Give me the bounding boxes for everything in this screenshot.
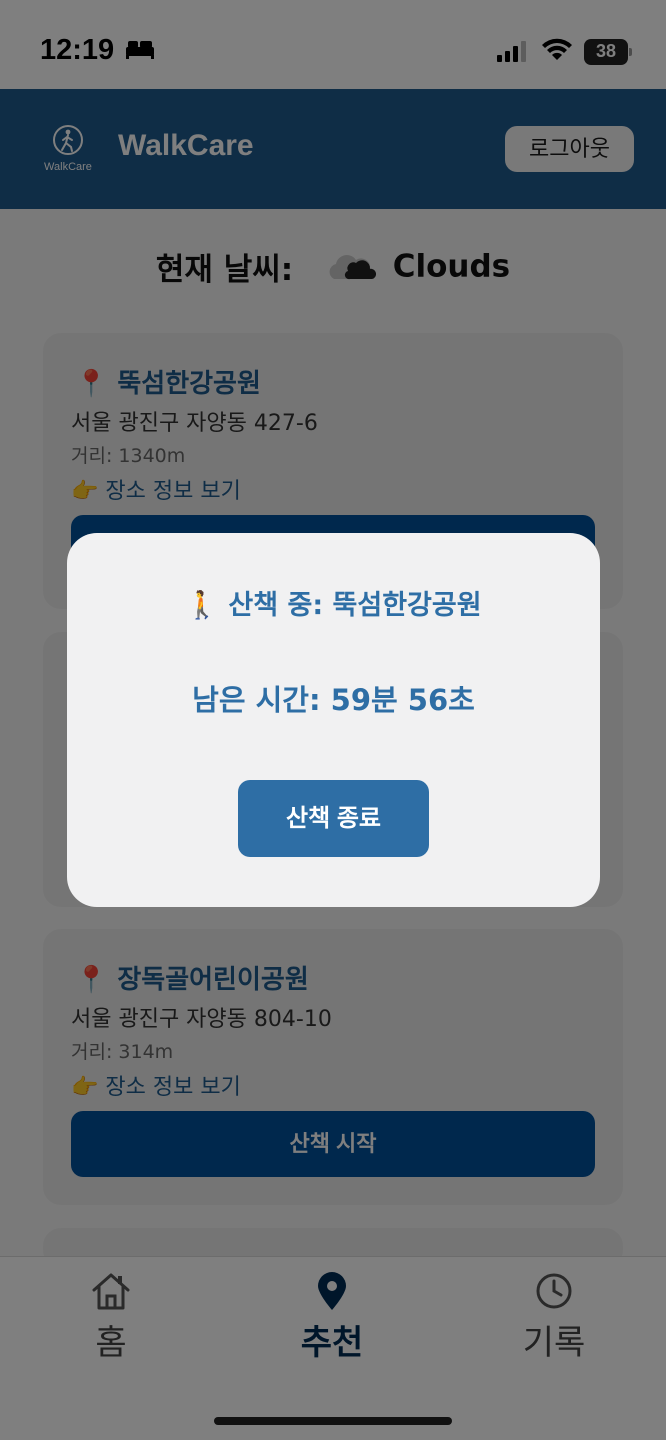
remaining-time: 남은 시간: 59분 56초 xyxy=(192,683,475,717)
end-walk-button[interactable]: 산책 종료 xyxy=(238,780,429,857)
home-indicator[interactable] xyxy=(214,1417,452,1425)
walking-status: 🚶 산책 중: 뚝섬한강공원 xyxy=(185,590,482,621)
walking-modal: 🚶 산책 중: 뚝섬한강공원 남은 시간: 59분 56초 산책 종료 xyxy=(67,533,600,907)
